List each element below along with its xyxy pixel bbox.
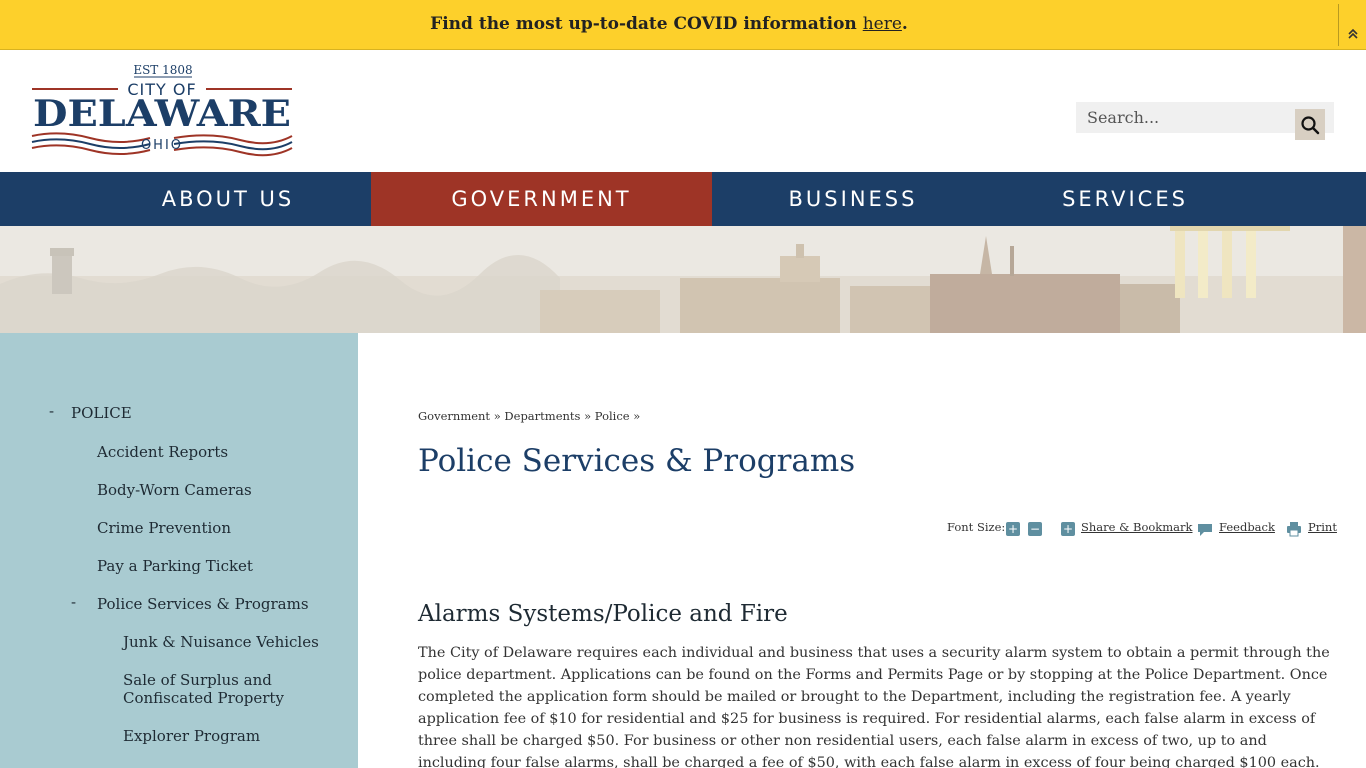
search-box xyxy=(1076,102,1334,140)
logo-state: OHIO xyxy=(141,138,183,153)
font-size-label: Font Size: xyxy=(947,520,1006,534)
sidebar-subnav: - POLICE Accident Reports Body-Worn Came… xyxy=(0,333,358,768)
sidebar-item-body-worn-cameras[interactable]: Body-Worn Cameras xyxy=(97,481,252,499)
breadcrumb-departments[interactable]: Departments xyxy=(504,409,580,423)
police-expanded-marker: - xyxy=(49,402,55,420)
share-plus-icon: + xyxy=(1061,522,1075,536)
breadcrumb: Government » Departments » Police » xyxy=(418,409,640,423)
breadcrumb-separator: » xyxy=(584,409,592,423)
sidebar-item-crime-prevention[interactable]: Crime Prevention xyxy=(97,519,231,537)
feedback-icon xyxy=(1198,524,1212,536)
page-title: Police Services & Programs xyxy=(418,443,856,479)
feedback-link[interactable]: Feedback xyxy=(1219,520,1275,538)
covid-alert-text: Find the most up-to-date COVID informati… xyxy=(0,0,1338,50)
covid-alert-banner: Find the most up-to-date COVID informati… xyxy=(0,0,1366,50)
double-chevron-up-icon xyxy=(1347,28,1358,39)
breadcrumb-separator: » xyxy=(493,409,501,423)
sidebar-item-sale-of-surplus[interactable]: Sale of Surplus and Confiscated Property xyxy=(123,671,353,707)
nav-item-government[interactable]: GOVERNMENT xyxy=(371,172,712,226)
nav-item-business[interactable]: BUSINESS xyxy=(712,172,994,226)
search-button[interactable] xyxy=(1295,109,1325,140)
print-link[interactable]: Print xyxy=(1308,520,1337,538)
print-icon xyxy=(1287,522,1301,537)
sidebar-item-police-services-programs[interactable]: Police Services & Programs xyxy=(97,595,309,613)
breadcrumb-police[interactable]: Police xyxy=(595,409,630,423)
alarms-paragraph: The City of Delaware requires each indiv… xyxy=(418,645,1330,768)
logo-established: EST 1808 xyxy=(133,63,192,77)
nav-item-services[interactable]: SERVICES xyxy=(994,172,1256,226)
search-icon xyxy=(1301,115,1320,134)
nav-item-about-us[interactable]: ABOUT US xyxy=(85,172,371,226)
section-heading-alarms: Alarms Systems/Police and Fire xyxy=(418,601,788,627)
sidebar-item-pay-parking-ticket[interactable]: Pay a Parking Ticket xyxy=(97,557,253,575)
city-of-delaware-logo[interactable]: EST 1808 CITY OF DELAWARE OHIO xyxy=(30,62,294,160)
skyline-illustration xyxy=(0,226,1366,333)
covid-info-link[interactable]: here xyxy=(863,14,902,34)
logo-name: DELAWARE xyxy=(33,93,291,135)
breadcrumb-separator: » xyxy=(633,409,641,423)
font-decrease-button[interactable]: − xyxy=(1028,522,1042,536)
sidebar-item-accident-reports[interactable]: Accident Reports xyxy=(97,443,228,461)
font-increase-button[interactable]: + xyxy=(1006,522,1020,536)
alert-text-after: . xyxy=(901,14,908,34)
search-input[interactable] xyxy=(1076,102,1294,133)
share-bookmark-link[interactable]: Share & Bookmark xyxy=(1081,520,1193,538)
hero-banner-image xyxy=(0,226,1366,333)
collapse-alert-button[interactable] xyxy=(1338,4,1366,46)
alert-text-before: Find the most up-to-date COVID informati… xyxy=(430,14,863,34)
sidebar-item-police[interactable]: POLICE xyxy=(71,404,132,422)
sidebar-item-explorer-program[interactable]: Explorer Program xyxy=(123,727,260,745)
sidebar-item-junk-nuisance-vehicles[interactable]: Junk & Nuisance Vehicles xyxy=(123,633,319,651)
logo-graphic: EST 1808 CITY OF DELAWARE OHIO xyxy=(31,63,293,157)
main-navigation: ABOUT US GOVERNMENT BUSINESS SERVICES xyxy=(0,172,1366,226)
programs-expanded-marker: - xyxy=(71,593,77,611)
breadcrumb-government[interactable]: Government xyxy=(418,409,490,423)
